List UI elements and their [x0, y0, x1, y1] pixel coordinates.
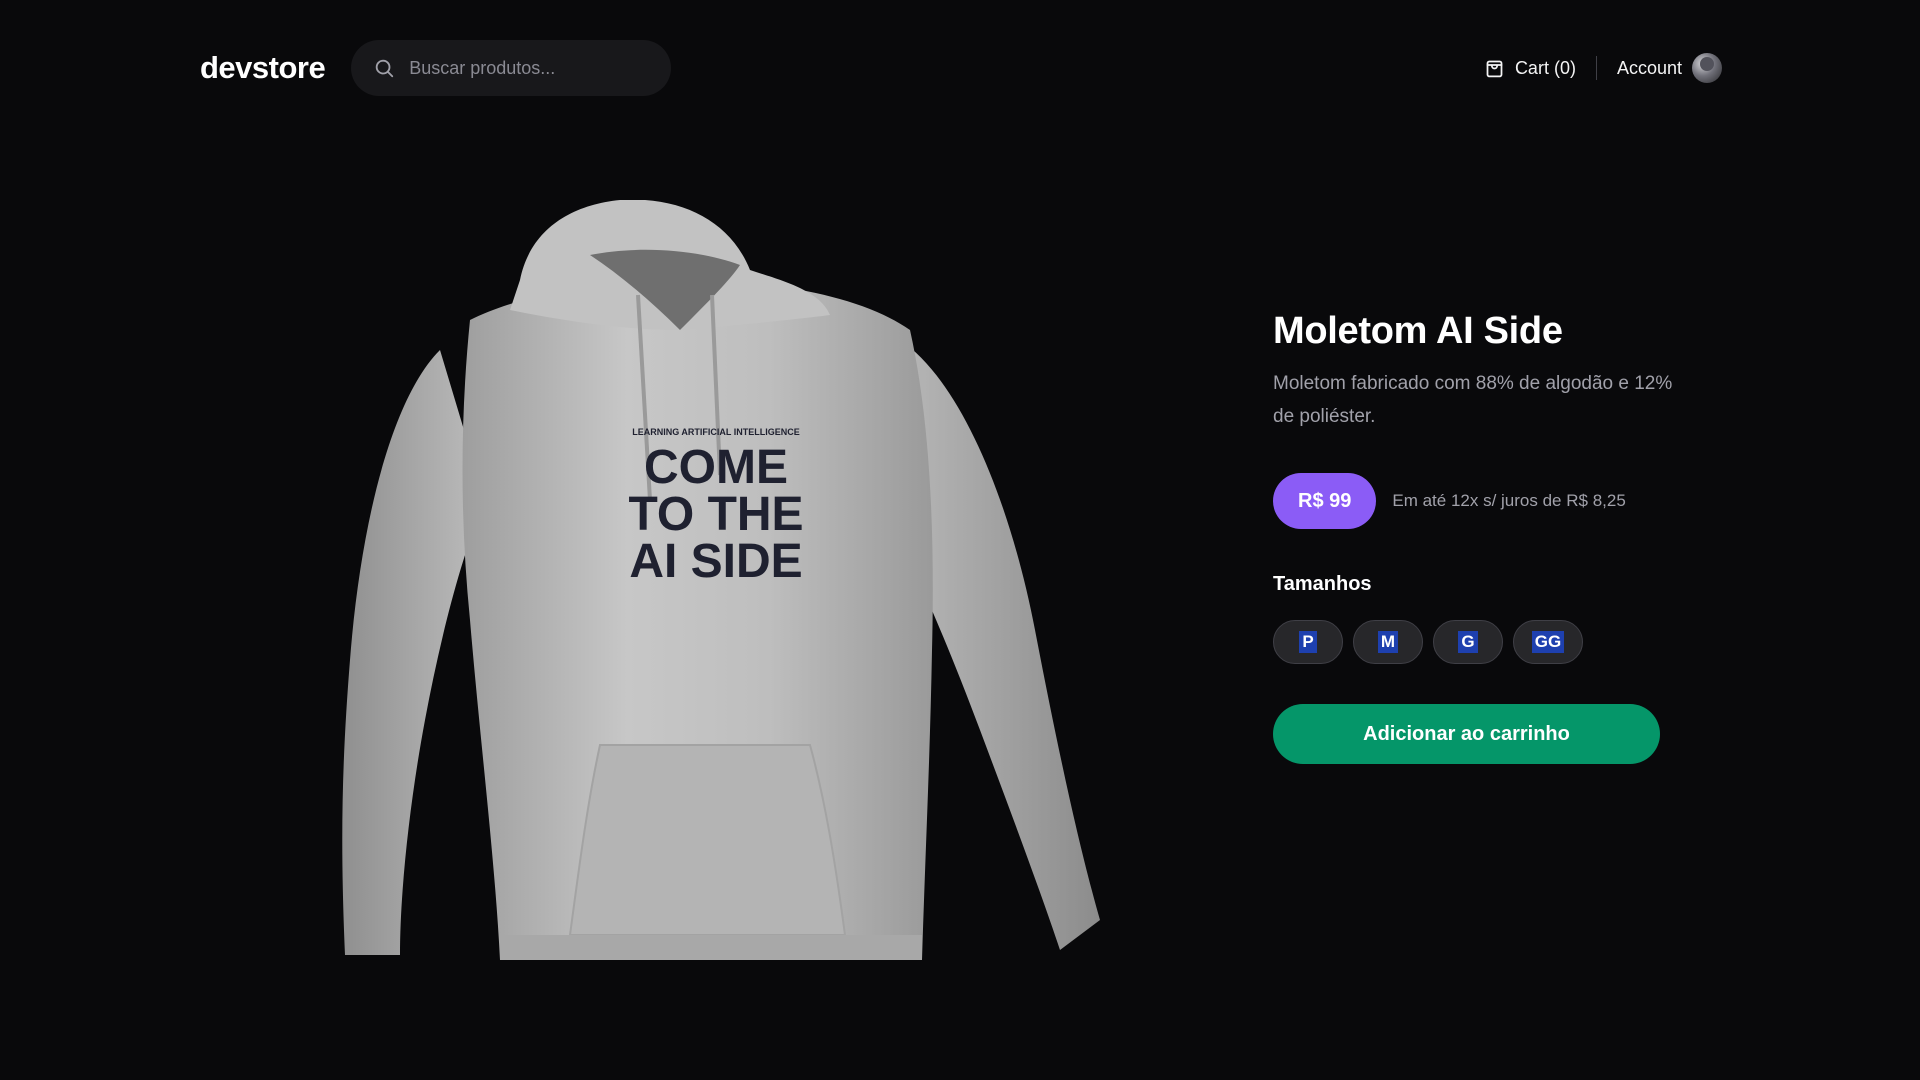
hoodie-print-line3: AI SIDE — [629, 535, 802, 588]
product-info: Moletom AI Side Moletom fabricado com 88… — [1273, 310, 1693, 764]
hoodie-image: LEARNING ARTIFICIAL INTELLIGENCE COME TO… — [342, 199, 1100, 960]
header-right: Cart (0) Account — [1484, 53, 1722, 83]
installments-text: Em até 12x s/ juros de R$ 8,25 — [1392, 491, 1626, 510]
product-description: Moletom fabricado com 88% de algodão e 1… — [1273, 373, 1673, 427]
size-options: P M G GG — [1273, 620, 1693, 664]
header-left: devstore — [200, 40, 672, 96]
hoodie-print-line1: COME — [644, 441, 788, 494]
price-row: R$ 99 Em até 12x s/ juros de R$ 8,25 — [1273, 473, 1693, 529]
hoodie-print-line2: TO THE — [628, 488, 803, 541]
cart-label: Cart (0) — [1514, 57, 1576, 78]
size-button-g[interactable]: G — [1433, 620, 1503, 664]
size-button-m[interactable]: M — [1353, 620, 1423, 664]
header: devstore Cart (0) Account — [200, 40, 1722, 96]
add-to-cart-button[interactable]: Adicionar ao carrinho — [1273, 704, 1660, 764]
shopping-bag-icon — [1486, 60, 1503, 77]
hoodie-waistband — [500, 935, 922, 960]
size-label: M — [1377, 631, 1399, 653]
size-button-p[interactable]: P — [1273, 620, 1343, 664]
product-image: LEARNING ARTIFICIAL INTELLIGENCE COME TO… — [320, 199, 1100, 960]
size-label: GG — [1531, 631, 1565, 653]
price-badge: R$ 99 — [1273, 473, 1377, 529]
product-title: Moletom AI Side — [1273, 310, 1563, 352]
search-icon — [375, 59, 394, 78]
cart-link[interactable]: Cart (0) — [1484, 58, 1576, 79]
avatar — [1692, 53, 1722, 83]
search-input[interactable] — [409, 57, 650, 79]
hoodie-pocket — [568, 744, 847, 936]
account-label: Account — [1616, 57, 1682, 78]
size-label: P — [1299, 631, 1317, 653]
header-divider — [1595, 56, 1597, 80]
search-bar[interactable] — [351, 40, 672, 96]
size-label: G — [1458, 631, 1478, 653]
hoodie-print-top: LEARNING ARTIFICIAL INTELLIGENCE — [632, 427, 800, 437]
size-button-gg[interactable]: GG — [1513, 620, 1583, 664]
account-link[interactable]: Account — [1617, 53, 1722, 83]
product-page: devstore Cart (0) Account — [0, 0, 1920, 1080]
logo[interactable]: devstore — [200, 50, 326, 86]
sizes-label: Tamanhos — [1273, 573, 1372, 595]
